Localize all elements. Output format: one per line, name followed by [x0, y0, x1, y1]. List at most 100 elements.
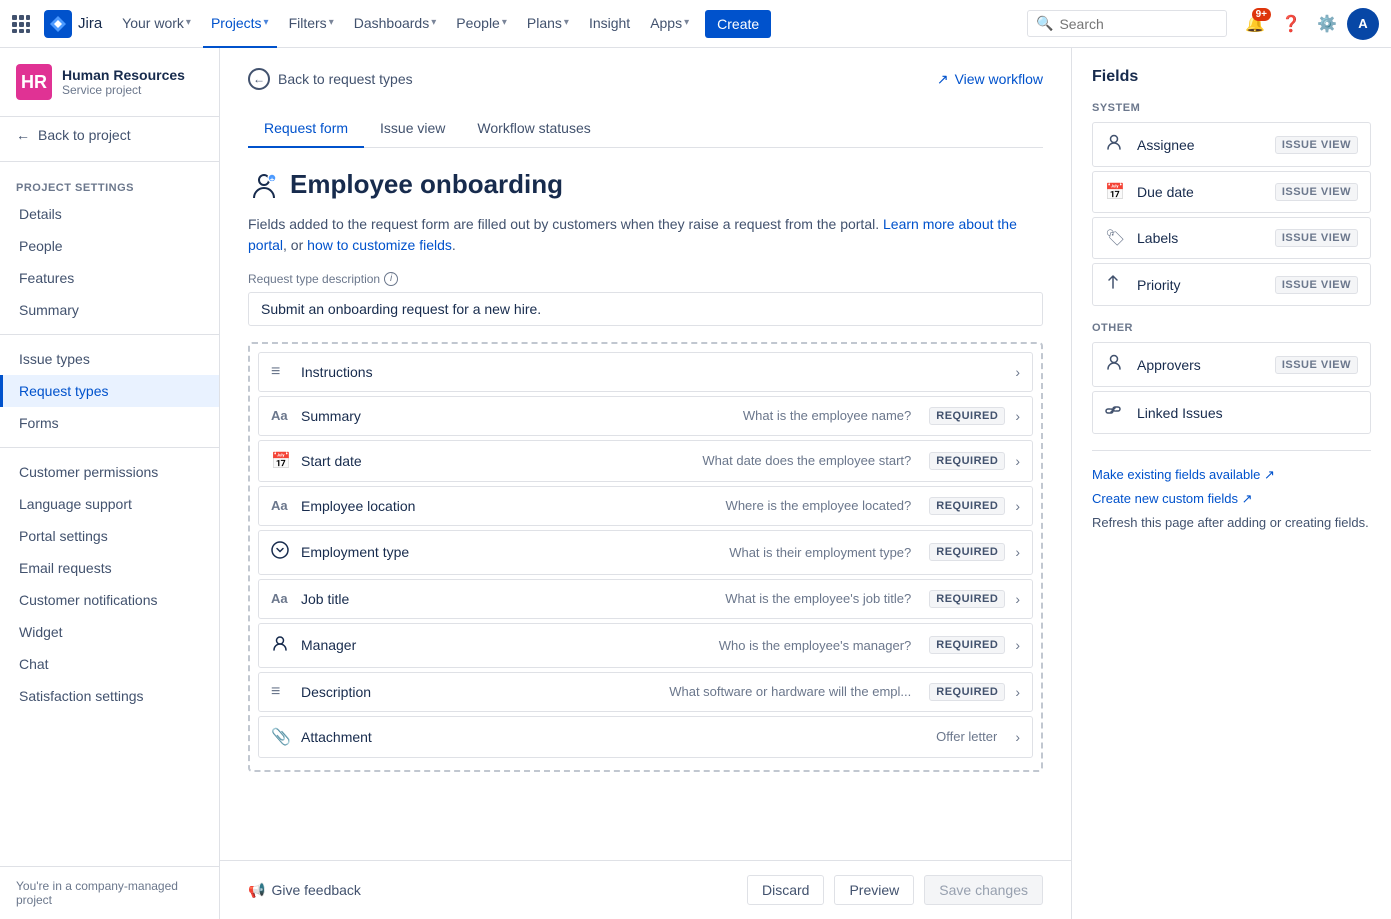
sidebar-project-header: HR Human Resources Service project [0, 48, 219, 117]
sidebar-item-portal-settings[interactable]: Portal settings [0, 520, 219, 552]
right-panel-field-due-date[interactable]: 📅 Due date ISSUE VIEW [1092, 171, 1371, 213]
field-row-summary[interactable]: Aa Summary What is the employee name? RE… [258, 396, 1033, 436]
right-panel-field-labels[interactable]: 🏷 Labels ISSUE VIEW [1092, 217, 1371, 259]
nav-plans[interactable]: Plans▾ [519, 0, 577, 48]
bottom-bar: 📢 Give feedback Discard Preview Save cha… [220, 860, 1071, 919]
notification-badge: 9+ [1252, 8, 1271, 21]
sidebar-item-customer-permissions[interactable]: Customer permissions [0, 456, 219, 488]
sidebar-item-language-support[interactable]: Language support [0, 488, 219, 520]
required-badge-employment-type: REQUIRED [929, 543, 1005, 561]
sidebar-item-features[interactable]: Features [0, 262, 219, 294]
field-row-description[interactable]: ≡ Description What software or hardware … [258, 672, 1033, 712]
back-to-project-link[interactable]: ← Back to project [0, 117, 219, 153]
sidebar-item-request-types[interactable]: Request types [0, 375, 219, 407]
preview-button[interactable]: Preview [834, 875, 914, 905]
right-panel: Fields System Assignee ISSUE VIEW 📅 Due … [1071, 48, 1391, 919]
save-changes-button[interactable]: Save changes [924, 875, 1043, 905]
give-feedback-button[interactable]: 📢 Give feedback [248, 882, 361, 899]
create-button[interactable]: Create [705, 10, 771, 38]
linked-issues-icon [1105, 402, 1127, 423]
nav-people[interactable]: People▾ [448, 0, 515, 48]
job-title-icon: Aa [271, 591, 291, 606]
avatar[interactable]: A [1347, 8, 1379, 40]
right-panel-title: Fields [1092, 68, 1371, 86]
field-name-manager: Manager [301, 637, 441, 653]
nav-projects[interactable]: Projects▾ [203, 0, 277, 48]
sidebar-divider-3 [0, 447, 219, 448]
field-row-manager[interactable]: Manager Who is the employee's manager? R… [258, 623, 1033, 668]
right-panel-note: Refresh this page after adding or creati… [1092, 515, 1371, 530]
main-content: ← Back to request types ↗ View workflow … [220, 48, 1071, 919]
back-to-request-types-link[interactable]: ← Back to request types [248, 68, 413, 90]
form-fields-container: ≡ Instructions › Aa Summary What is the … [248, 342, 1043, 772]
sidebar-item-widget[interactable]: Widget [0, 616, 219, 648]
bottom-actions: Discard Preview Save changes [747, 875, 1043, 905]
description-icon: ≡ [271, 683, 291, 701]
sidebar-item-chat[interactable]: Chat [0, 648, 219, 680]
field-name-start-date: Start date [301, 453, 441, 469]
chevron-icon: › [1015, 498, 1020, 514]
grid-icon[interactable] [12, 12, 36, 36]
search-input[interactable] [1059, 16, 1218, 32]
field-row-start-date[interactable]: 📅 Start date What date does the employee… [258, 440, 1033, 482]
project-name: Human Resources [62, 67, 185, 83]
field-row-employee-location[interactable]: Aa Employee location Where is the employ… [258, 486, 1033, 526]
field-row-attachment[interactable]: 📎 Attachment Offer letter › [258, 716, 1033, 758]
sidebar-divider-1 [0, 161, 219, 162]
priority-icon [1105, 274, 1127, 295]
project-icon: HR [16, 64, 52, 100]
sidebar-item-people[interactable]: People [0, 230, 219, 262]
nav-insight[interactable]: Insight [581, 0, 638, 48]
required-badge-employee-location: REQUIRED [929, 497, 1005, 515]
due-date-name: Due date [1137, 184, 1265, 200]
labels-name: Labels [1137, 230, 1265, 246]
chevron-icon: › [1015, 684, 1020, 700]
right-panel-field-assignee[interactable]: Assignee ISSUE VIEW [1092, 122, 1371, 167]
right-panel-field-priority[interactable]: Priority ISSUE VIEW [1092, 263, 1371, 306]
discard-button[interactable]: Discard [747, 875, 824, 905]
sidebar-item-satisfaction-settings[interactable]: Satisfaction settings [0, 680, 219, 712]
right-panel-field-approvers[interactable]: Approvers ISSUE VIEW [1092, 342, 1371, 387]
assignee-name: Assignee [1137, 137, 1265, 153]
form-description: Fields added to the request form are fil… [248, 214, 1043, 256]
field-name-job-title: Job title [301, 591, 441, 607]
sidebar-item-email-requests[interactable]: Email requests [0, 552, 219, 584]
nav-your-work[interactable]: Your work▾ [114, 0, 199, 48]
employee-location-icon: Aa [271, 498, 291, 513]
field-hint-manager: Who is the employee's manager? [451, 638, 911, 653]
sidebar-item-issue-types[interactable]: Issue types [0, 343, 219, 375]
nav-dashboards[interactable]: Dashboards▾ [346, 0, 445, 48]
view-workflow-button[interactable]: ↗ View workflow [937, 71, 1043, 88]
labels-icon: 🏷 [1105, 228, 1127, 248]
search-bar[interactable]: 🔍 [1027, 10, 1227, 37]
svg-text:+: + [270, 177, 274, 184]
sidebar-item-forms[interactable]: Forms [0, 407, 219, 439]
create-custom-fields-link[interactable]: Create new custom fields ↗ [1092, 491, 1371, 507]
notifications-button[interactable]: 🔔9+ [1239, 8, 1271, 40]
field-name-attachment: Attachment [301, 729, 441, 745]
request-type-description-input[interactable] [248, 292, 1043, 326]
tab-workflow-statuses[interactable]: Workflow statuses [461, 110, 606, 148]
request-type-description-label: Request type description i [248, 272, 1043, 286]
nav-filters[interactable]: Filters▾ [281, 0, 342, 48]
jira-logo[interactable]: Jira [44, 10, 102, 38]
required-badge-summary: REQUIRED [929, 407, 1005, 425]
field-row-instructions[interactable]: ≡ Instructions › [258, 352, 1033, 392]
sidebar-item-customer-notifications[interactable]: Customer notifications [0, 584, 219, 616]
tab-issue-view[interactable]: Issue view [364, 110, 461, 148]
customize-fields-link[interactable]: how to customize fields [307, 237, 452, 253]
field-row-job-title[interactable]: Aa Job title What is the employee's job … [258, 579, 1033, 619]
sidebar-item-summary[interactable]: Summary [0, 294, 219, 326]
sidebar-item-details[interactable]: Details [0, 198, 219, 230]
right-panel-field-linked-issues[interactable]: Linked Issues [1092, 391, 1371, 434]
make-fields-available-link[interactable]: Make existing fields available ↗ [1092, 467, 1371, 483]
settings-button[interactable]: ⚙️ [1311, 8, 1343, 40]
right-panel-divider [1092, 450, 1371, 451]
field-row-employment-type[interactable]: Employment type What is their employment… [258, 530, 1033, 575]
nav-apps[interactable]: Apps▾ [642, 0, 697, 48]
due-date-icon: 📅 [1105, 182, 1127, 202]
top-navigation: Jira Your work▾ Projects▾ Filters▾ Dashb… [0, 0, 1391, 48]
tab-request-form[interactable]: Request form [248, 110, 364, 148]
approvers-badge: ISSUE VIEW [1275, 356, 1358, 374]
help-button[interactable]: ❓ [1275, 8, 1307, 40]
